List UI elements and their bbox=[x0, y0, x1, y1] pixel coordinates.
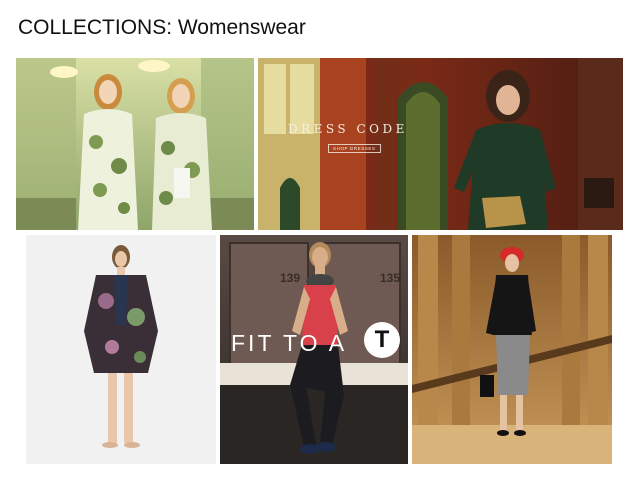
floral-coats-campaign-image[interactable] bbox=[16, 58, 254, 230]
t-logo-badge: T bbox=[364, 322, 400, 358]
floral-coats-illustration bbox=[16, 58, 254, 230]
shop-dresses-button[interactable]: SHOP DRESSES bbox=[328, 144, 381, 153]
red-hat-outfit-campaign-image[interactable] bbox=[412, 235, 612, 464]
fit-to-a-t-campaign-image[interactable]: 139 135 FIT TO A T bbox=[220, 235, 408, 464]
locker-number-right: 135 bbox=[380, 271, 401, 285]
dress-code-campaign-image[interactable]: DRESS CODE SHOP DRESSES bbox=[258, 58, 623, 230]
page-title: COLLECTIONS: Womenswear bbox=[18, 16, 306, 39]
locker-number-left: 139 bbox=[280, 271, 301, 285]
floral-kimono-product-image[interactable] bbox=[26, 235, 216, 464]
floral-kimono-illustration bbox=[26, 235, 216, 464]
dress-code-illustration bbox=[258, 58, 623, 230]
dress-code-headline: DRESS CODE bbox=[288, 122, 408, 136]
red-hat-outfit-illustration bbox=[412, 235, 612, 464]
fit-to-a-headline: FIT TO A bbox=[231, 330, 348, 356]
